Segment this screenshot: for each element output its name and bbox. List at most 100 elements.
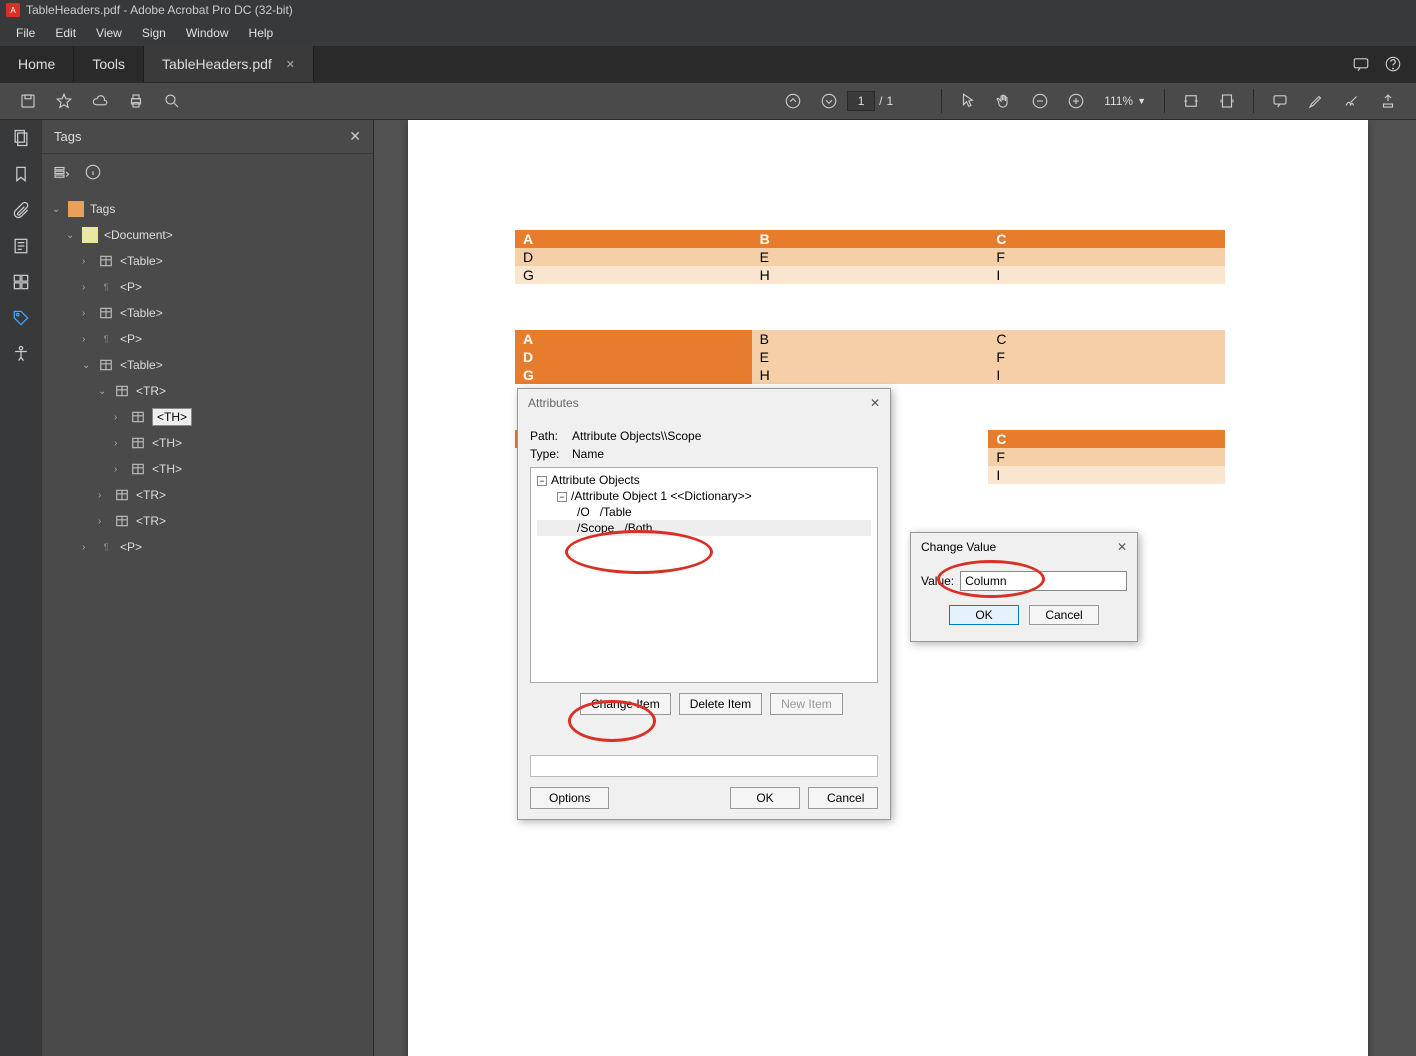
cv-ok-button[interactable]: OK — [949, 605, 1019, 625]
bookmarks-icon[interactable] — [11, 164, 31, 184]
tags-icon[interactable] — [11, 308, 31, 328]
change-value-dialog: Change Value ✕ Value: OK Cancel — [910, 532, 1138, 642]
attributes-dialog: Attributes ✕ Path:Attribute Objects\\Sco… — [517, 388, 891, 820]
attr-root-label: Attribute Objects — [551, 473, 640, 487]
tags-tree[interactable]: ⌄Tags ⌄<Document> ›<Table> ›¶<P> ›<Table… — [42, 190, 373, 566]
tab-tools[interactable]: Tools — [74, 46, 144, 82]
tree-table-2[interactable]: ›<Table> — [42, 300, 373, 326]
tab-home-label: Home — [18, 56, 55, 72]
tree-table2-label: <Table> — [120, 306, 163, 320]
menu-view[interactable]: View — [86, 22, 132, 44]
page-up-icon[interactable] — [779, 87, 807, 115]
menu-help[interactable]: Help — [239, 22, 284, 44]
tab-document[interactable]: TableHeaders.pdf ✕ — [144, 46, 314, 82]
print-icon[interactable] — [122, 87, 150, 115]
close-dialog-icon[interactable]: ✕ — [870, 396, 880, 410]
cell: C — [988, 430, 1225, 448]
order-icon[interactable] — [11, 272, 31, 292]
tree-p-1[interactable]: ›¶<P> — [42, 274, 373, 300]
attr-status-field — [530, 755, 878, 777]
tree-th-3[interactable]: ›<TH> — [42, 456, 373, 482]
zoom-out-icon[interactable] — [1026, 87, 1054, 115]
highlight-icon[interactable] — [1302, 87, 1330, 115]
sign-icon[interactable] — [1338, 87, 1366, 115]
tree-tr-2[interactable]: ›<TR> — [42, 482, 373, 508]
tab-home[interactable]: Home — [0, 46, 74, 82]
tree-document[interactable]: ⌄<Document> — [42, 222, 373, 248]
attr-node-object[interactable]: −/Attribute Object 1 <<Dictionary>> — [537, 488, 871, 504]
attr-node-root[interactable]: −Attribute Objects — [537, 472, 871, 488]
tree-table-3[interactable]: ⌄<Table> — [42, 352, 373, 378]
cell: E — [752, 248, 989, 266]
hand-icon[interactable] — [990, 87, 1018, 115]
cell: I — [988, 466, 1225, 484]
cell: F — [988, 348, 1225, 366]
new-item-button: New Item — [770, 693, 843, 715]
search-icon[interactable] — [158, 87, 186, 115]
cv-close-icon[interactable]: ✕ — [1117, 540, 1127, 554]
tree-tr2-label: <TR> — [136, 488, 166, 502]
tree-tr-3[interactable]: ›<TR> — [42, 508, 373, 534]
tree-table3-label: <Table> — [120, 358, 163, 372]
thumbnails-icon[interactable] — [11, 128, 31, 148]
cell: H — [752, 366, 989, 384]
tree-p-3[interactable]: ›¶<P> — [42, 534, 373, 560]
close-panel-icon[interactable]: ✕ — [349, 128, 361, 145]
tree-table1-label: <Table> — [120, 254, 163, 268]
help-icon[interactable] — [1384, 55, 1402, 73]
tree-table-1[interactable]: ›<Table> — [42, 248, 373, 274]
cv-cancel-button[interactable]: Cancel — [1029, 605, 1099, 625]
attr-node-o[interactable]: /O /Table — [537, 504, 871, 520]
menu-edit[interactable]: Edit — [45, 22, 86, 44]
navigation-rail — [0, 120, 42, 1056]
cell: B — [752, 230, 989, 248]
menu-file[interactable]: File — [6, 22, 45, 44]
zoom-in-icon[interactable] — [1062, 87, 1090, 115]
tree-root[interactable]: ⌄Tags — [42, 196, 373, 222]
tree-p2-label: <P> — [120, 332, 142, 346]
cloud-icon[interactable] — [86, 87, 114, 115]
content-icon[interactable] — [11, 236, 31, 256]
cell: I — [988, 266, 1225, 284]
zoom-level[interactable]: 111%▼ — [1104, 94, 1146, 108]
tree-th-1[interactable]: ›<TH> — [42, 404, 373, 430]
attachments-icon[interactable] — [11, 200, 31, 220]
cell: F — [988, 448, 1225, 466]
change-item-button[interactable]: Change Item — [580, 693, 671, 715]
tags-panel-title: Tags — [54, 129, 81, 144]
close-icon[interactable]: ✕ — [286, 58, 295, 71]
star-icon[interactable] — [50, 87, 78, 115]
menu-sign[interactable]: Sign — [132, 22, 176, 44]
attr-ok-button[interactable]: OK — [730, 787, 800, 809]
tree-th-2[interactable]: ›<TH> — [42, 430, 373, 456]
accessibility-icon[interactable] — [11, 344, 31, 364]
cv-value-label: Value: — [921, 574, 954, 588]
cv-value-input[interactable] — [960, 571, 1127, 591]
tab-tools-label: Tools — [92, 56, 125, 72]
cv-dialog-title: Change Value — [921, 540, 996, 554]
page-down-icon[interactable] — [815, 87, 843, 115]
options-button[interactable]: Options — [530, 787, 609, 809]
page-current-input[interactable] — [847, 91, 875, 111]
menu-window[interactable]: Window — [176, 22, 239, 44]
save-icon[interactable] — [14, 87, 42, 115]
pointer-icon[interactable] — [954, 87, 982, 115]
comment-tool-icon[interactable] — [1266, 87, 1294, 115]
attr-tree[interactable]: −Attribute Objects −/Attribute Object 1 … — [530, 467, 878, 683]
attr-obj-label: /Attribute Object 1 <<Dictionary>> — [571, 489, 752, 503]
cell: C — [988, 230, 1225, 248]
fit-page-icon[interactable] — [1213, 87, 1241, 115]
more-tools-icon[interactable] — [1374, 87, 1402, 115]
attr-node-scope[interactable]: /Scope /Both — [537, 520, 871, 536]
comment-icon[interactable] — [1352, 55, 1370, 73]
fit-width-icon[interactable] — [1177, 87, 1205, 115]
page-total: 1 — [886, 94, 893, 108]
info-icon[interactable] — [84, 163, 102, 181]
attr-cancel-button[interactable]: Cancel — [808, 787, 878, 809]
doc-table-2: ABC DEF GHI — [515, 330, 1225, 384]
tree-tr-1[interactable]: ⌄<TR> — [42, 378, 373, 404]
attributes-dialog-title: Attributes — [528, 396, 579, 410]
panel-options-icon[interactable] — [52, 163, 70, 181]
tree-p-2[interactable]: ›¶<P> — [42, 326, 373, 352]
delete-item-button[interactable]: Delete Item — [679, 693, 762, 715]
